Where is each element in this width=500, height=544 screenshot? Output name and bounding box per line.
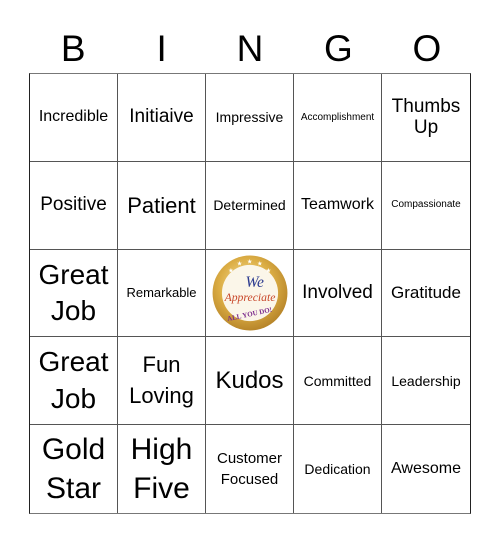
cell-label: Compassionate <box>391 199 461 211</box>
svg-text:★: ★ <box>257 261 263 268</box>
bingo-cell[interactable]: Awesome <box>382 425 470 513</box>
bingo-cell[interactable]: Impressive <box>206 74 294 162</box>
we-appreciate-badge-icon: ★ ★ ★ ★ ★ We Appreciate ALL YOU DO! <box>212 255 287 331</box>
bingo-cell[interactable]: Patient <box>118 161 206 250</box>
bingo-cell[interactable]: Customer Focused <box>206 425 294 513</box>
bingo-cell[interactable]: Gold Star <box>30 425 118 513</box>
cell-label: Great Job <box>38 346 109 414</box>
bingo-cell[interactable]: Accomplishment <box>294 74 382 162</box>
cell-label: Patient <box>127 192 196 218</box>
cell-label: Accomplishment <box>300 111 375 123</box>
cell-label: Fun Loving <box>129 351 194 408</box>
bingo-cell[interactable]: Gratitude <box>382 250 470 338</box>
bingo-cell[interactable]: Involved <box>294 249 382 338</box>
cell-label: Involved <box>302 282 373 304</box>
cell-label: Incredible <box>38 108 109 126</box>
cell-label: Gratitude <box>391 283 461 303</box>
svg-text:★: ★ <box>246 258 252 265</box>
cell-label: Awesome <box>391 459 461 477</box>
header-letter-b: B <box>60 28 86 69</box>
cell-label: Remarkable <box>126 284 197 300</box>
cell-label: High Five <box>130 433 193 506</box>
bingo-cell[interactable]: Great Job <box>30 249 118 338</box>
badge-text-we: We <box>245 274 264 291</box>
cell-label: Dedication <box>304 461 371 478</box>
header-letter-i: I <box>156 28 167 69</box>
bingo-cell[interactable]: Committed <box>294 337 382 426</box>
cell-label: Determined <box>213 197 286 214</box>
bingo-cell[interactable]: Remarkable <box>118 249 206 338</box>
cell-label: Gold Star <box>41 433 106 506</box>
svg-text:★: ★ <box>236 261 242 268</box>
cell-label: Thumbs Up <box>391 95 461 139</box>
bingo-cell[interactable]: Incredible <box>30 74 118 162</box>
bingo-cell[interactable]: Dedication <box>294 425 382 513</box>
cell-label: Impressive <box>215 109 284 126</box>
bingo-cell[interactable]: Compassionate <box>382 162 470 250</box>
bingo-cell[interactable]: Fun Loving <box>118 337 206 426</box>
bingo-cell[interactable]: Teamwork <box>294 161 382 250</box>
bingo-cell[interactable]: Kudos <box>206 337 294 426</box>
header-letter-n: N <box>236 28 264 69</box>
bingo-cell[interactable]: Thumbs Up <box>382 74 470 162</box>
badge-text-appreciate: Appreciate <box>223 291 275 304</box>
cell-label: Kudos <box>215 366 284 394</box>
bingo-cell[interactable]: High Five <box>118 425 206 513</box>
cell-label: Great Job <box>38 258 109 326</box>
cell-label: Committed <box>303 372 372 389</box>
cell-label: Positive <box>40 194 107 216</box>
bingo-cell[interactable]: Great Job <box>30 337 118 426</box>
bingo-cell[interactable]: Determined <box>206 161 294 250</box>
svg-text:★: ★ <box>265 268 271 275</box>
bingo-cell[interactable]: Leadership <box>382 337 470 426</box>
cell-label: Initiaive <box>129 106 194 128</box>
bingo-cell[interactable]: Positive <box>30 161 118 250</box>
header-letter-o: O <box>412 28 442 69</box>
bingo-grid: Incredible Initiaive Impressive Accompli… <box>29 73 471 514</box>
header-letter-g: G <box>324 28 353 69</box>
cell-label: Customer Focused <box>216 450 283 489</box>
free-space-cell[interactable]: ★ ★ ★ ★ ★ We Appreciate ALL YOU DO! <box>206 249 294 338</box>
cell-label: Leadership <box>391 372 461 389</box>
bingo-cell[interactable]: Initiaive <box>118 74 206 162</box>
bingo-header: B I N G O <box>29 26 471 72</box>
svg-text:★: ★ <box>228 268 234 275</box>
cell-label: Teamwork <box>301 196 374 213</box>
